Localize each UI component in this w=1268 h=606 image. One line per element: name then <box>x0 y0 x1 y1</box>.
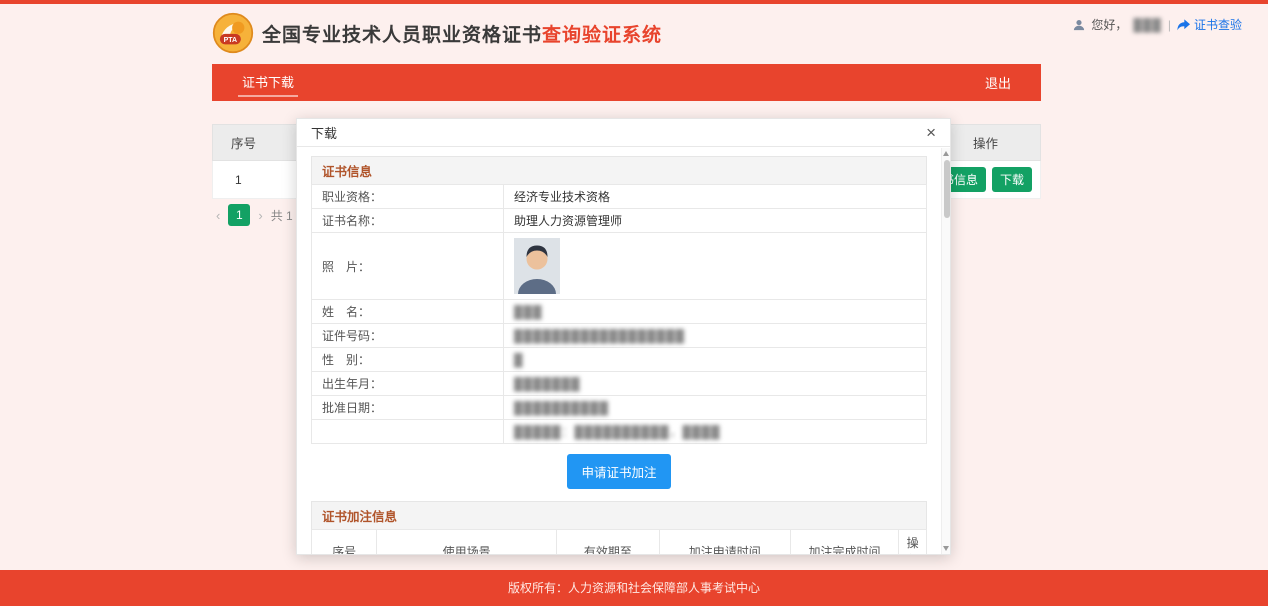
col-valid-until: 有效期至 <box>556 530 659 555</box>
close-icon[interactable]: × <box>926 124 936 141</box>
section-cert-info: 证书信息 <box>311 156 927 185</box>
annotation-table: 序号 使用场景 有效期至 加注申请时间 加注完成时间 操作 1 本人调用 202… <box>311 529 927 554</box>
cert-verify-label: 证书查验 <box>1194 16 1242 33</box>
app-title: 全国专业技术人员职业资格证书查询验证系统 <box>262 20 662 47</box>
field-label: 出生年月： <box>312 372 504 396</box>
photo-cell <box>504 233 927 300</box>
field-label: 性 别： <box>312 348 504 372</box>
field-value-redacted: ███ <box>514 305 543 319</box>
cert-verify-link[interactable]: 证书查验 <box>1177 16 1242 33</box>
download-modal: 下载 × 证书信息 职业资格： 经济专业技术资格 证书名称： 助理人力资源管理师… <box>296 118 951 555</box>
portrait-photo <box>514 238 560 294</box>
col-action: 操作 <box>899 530 927 555</box>
field-row-photo: 照 片： <box>312 233 927 300</box>
col-no: 序号 <box>312 530 377 555</box>
modal-body: 证书信息 职业资格： 经济专业技术资格 证书名称： 助理人力资源管理师 照 片： <box>297 148 941 554</box>
field-row: 批准日期： ██████████ <box>312 396 927 420</box>
annotation-header-row: 序号 使用场景 有效期至 加注申请时间 加注完成时间 操作 <box>312 530 927 555</box>
field-label: 批准日期： <box>312 396 504 420</box>
navbar: 证书下载 退出 <box>212 64 1041 101</box>
page-1-button[interactable]: 1 <box>228 204 250 226</box>
field-row: 出生年月： ███████ <box>312 372 927 396</box>
section-annotation-info: 证书加注信息 <box>311 501 927 530</box>
col-header-op: 操作 <box>973 133 1040 152</box>
modal-title: 下载 <box>311 123 337 142</box>
pta-logo-icon: PTA <box>212 12 254 54</box>
field-value-redacted: ███████ <box>514 377 581 391</box>
username: ███ <box>1133 18 1162 32</box>
field-label: 证件号码： <box>312 324 504 348</box>
scroll-down-icon[interactable] <box>943 546 949 551</box>
user-area: 您好， ███ | 证书查验 <box>1073 16 1242 33</box>
col-complete-time: 加注完成时间 <box>790 530 899 555</box>
field-row: 职业资格： 经济专业技术资格 <box>312 185 927 209</box>
share-arrow-icon <box>1177 19 1190 31</box>
apply-button-wrap: 申请证书加注 <box>311 454 927 489</box>
app-title-accent: 查询验证系统 <box>542 25 662 46</box>
list-pagination: ‹ 1 › 共 1 条 <box>216 204 308 226</box>
field-label <box>312 420 504 444</box>
list-row-no: 1 <box>213 173 242 187</box>
prev-page-icon[interactable]: ‹ <box>216 208 220 223</box>
field-value-redacted: ██████████ <box>514 401 609 415</box>
field-value-redacted: ██████████████████ <box>514 329 685 343</box>
field-label: 职业资格： <box>312 185 504 209</box>
svg-text:PTA: PTA <box>224 37 237 44</box>
field-value-redacted: █████：██████████，████ <box>514 425 721 439</box>
footer: 版权所有：人力资源和社会保障部人事考试中心 <box>0 570 1268 606</box>
field-row: 姓 名： ███ <box>312 300 927 324</box>
page: PTA 全国专业技术人员职业资格证书查询验证系统 您好， ███ | 证书查验 … <box>0 0 1268 606</box>
field-row: 性 别： █ <box>312 348 927 372</box>
brand: PTA 全国专业技术人员职业资格证书查询验证系统 <box>212 12 662 54</box>
field-row: 证书名称： 助理人力资源管理师 <box>312 209 927 233</box>
apply-annotation-button[interactable]: 申请证书加注 <box>567 454 670 489</box>
modal-header: 下载 × <box>297 119 950 147</box>
col-apply-time: 加注申请时间 <box>659 530 790 555</box>
copyright-text: 版权所有：人力资源和社会保障部人事考试中心 <box>508 581 760 595</box>
divider: | <box>1168 18 1171 32</box>
logout-button[interactable]: 退出 <box>955 73 1041 92</box>
tab-cert-download[interactable]: 证书下载 <box>212 64 324 101</box>
field-label: 照 片： <box>312 233 504 300</box>
field-label: 证书名称： <box>312 209 504 233</box>
user-icon <box>1073 19 1085 31</box>
scrollbar-thumb[interactable] <box>944 160 950 218</box>
field-row: █████：██████████，████ <box>312 420 927 444</box>
modal-scrollbar[interactable] <box>941 148 950 554</box>
cert-info-table: 职业资格： 经济专业技术资格 证书名称： 助理人力资源管理师 照 片： <box>311 184 927 444</box>
field-value: 助理人力资源管理师 <box>504 209 927 233</box>
header: PTA 全国专业技术人员职业资格证书查询验证系统 您好， ███ | 证书查验 <box>0 4 1268 64</box>
app-title-main: 全国专业技术人员职业资格证书 <box>262 25 542 46</box>
col-header-no: 序号 <box>213 133 256 152</box>
field-value: 经济专业技术资格 <box>504 185 927 209</box>
field-label: 姓 名： <box>312 300 504 324</box>
next-page-icon[interactable]: › <box>258 208 262 223</box>
field-row: 证件号码： ██████████████████ <box>312 324 927 348</box>
greeting-label: 您好， <box>1091 16 1127 33</box>
download-button[interactable]: 下载 <box>992 167 1032 192</box>
scroll-up-icon[interactable] <box>943 151 949 156</box>
field-value-redacted: █ <box>514 353 524 367</box>
col-scene: 使用场景 <box>377 530 557 555</box>
